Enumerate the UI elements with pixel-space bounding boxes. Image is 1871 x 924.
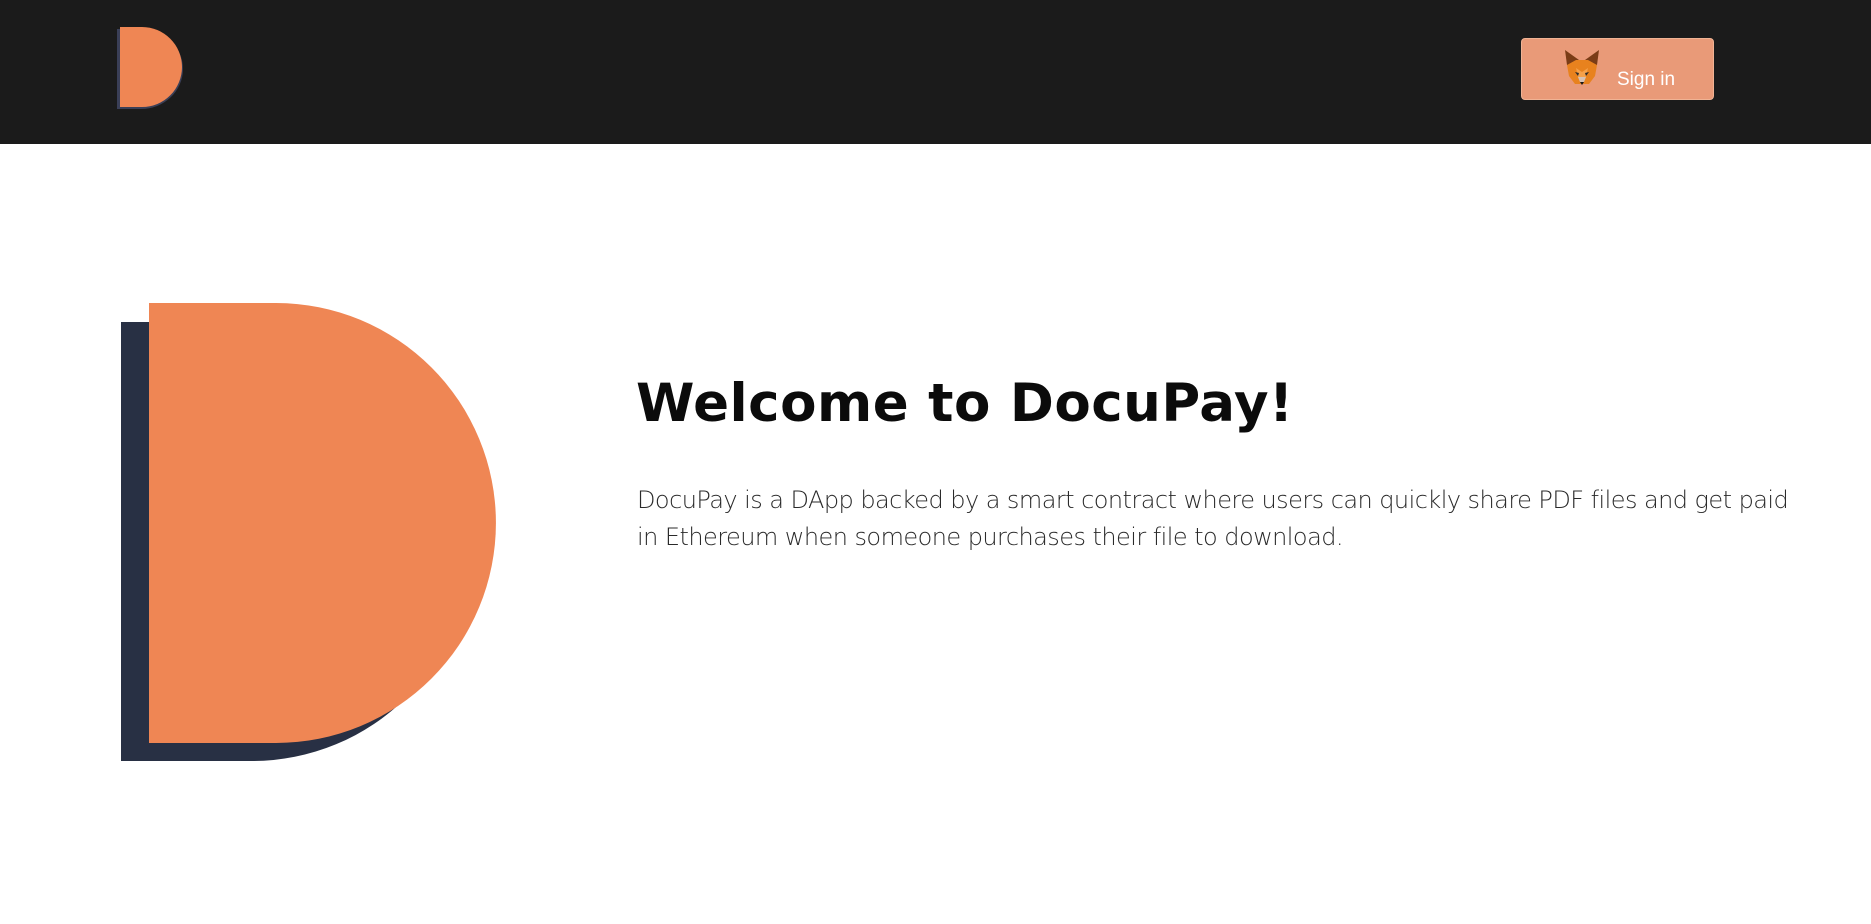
metamask-fox-icon [1565,50,1599,85]
sign-in-button[interactable]: Sign in [1521,38,1714,100]
docupay-hero-logo-icon [121,303,496,761]
top-navbar: Sign in [0,0,1871,144]
docupay-logo-icon[interactable] [117,27,185,109]
page-title: Welcome to DocuPay! [636,373,1294,434]
sign-in-label: Sign in [1617,69,1676,90]
page: Sign in Welcome to DocuPay! DocuPay is a… [0,0,1871,924]
hero-description: DocuPay is a DApp backed by a smart cont… [637,486,1789,551]
